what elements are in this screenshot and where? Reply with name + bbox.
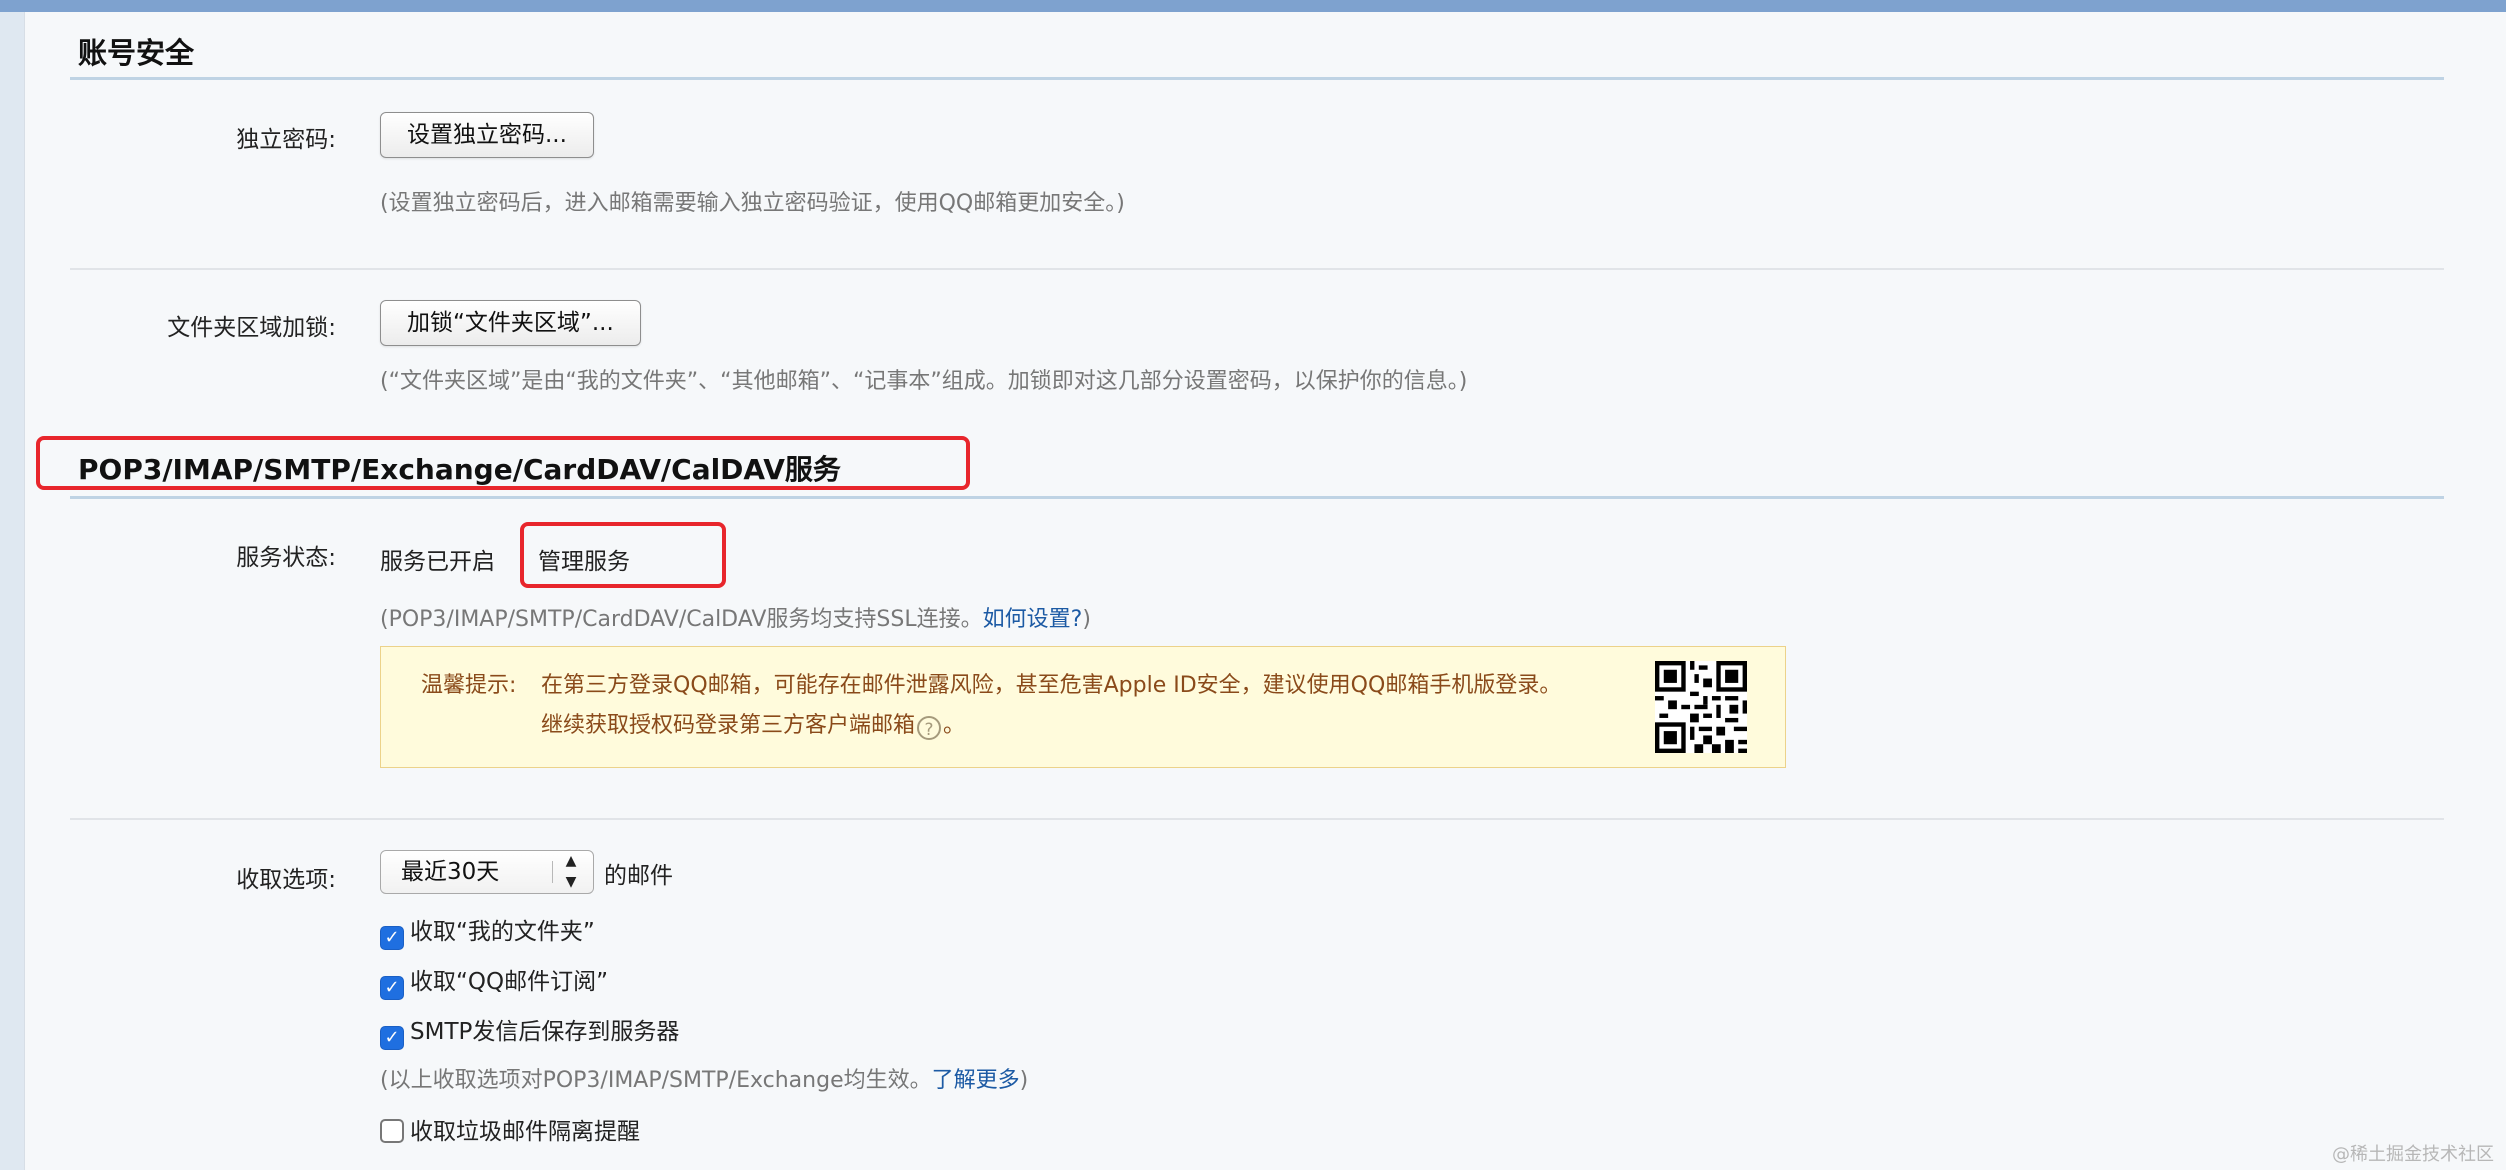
ssl-hint-close: ): [1082, 607, 1091, 632]
manage-service-link[interactable]: 管理服务: [538, 542, 630, 576]
section-title-underline: [70, 496, 2444, 499]
folder-lock-label: 文件夹区域加锁:: [167, 315, 336, 341]
checkbox-label: 收取“我的文件夹”: [410, 919, 595, 945]
receive-options-hint-close: ): [1019, 1068, 1029, 1093]
checkbox-icon[interactable]: ✓: [380, 976, 404, 1000]
receive-options-hint-text: (以上收取选项对POP3/IMAP/SMTP/Exchange均生效。: [380, 1068, 932, 1093]
independent-password-label: 独立密码:: [236, 127, 336, 153]
receive-range-suffix: 的邮件: [604, 863, 673, 889]
qr-code-icon: [1655, 661, 1747, 753]
checkbox-row-spam-reminder[interactable]: 收取垃圾邮件隔离提醒: [380, 1112, 640, 1145]
select-arrows-icon: ▲ ▼: [565, 853, 577, 890]
divider: [70, 818, 2444, 820]
notice-line-1: 在第三方登录QQ邮箱，可能存在邮件泄露风险，甚至危害Apple ID安全，建议使…: [541, 673, 1562, 698]
checkbox-row-my-folders[interactable]: ✓ 收取“我的文件夹”: [380, 912, 595, 950]
checkbox-icon[interactable]: ✓: [380, 1026, 404, 1050]
ssl-hint: (POP3/IMAP/SMTP/CardDAV/CalDAV服务均支持SSL连接…: [380, 601, 1091, 633]
receive-range-select[interactable]: 最近30天 ▲ ▼: [380, 850, 594, 894]
independent-password-hint: (设置独立密码后，进入邮箱需要输入独立密码验证，使用QQ邮箱更加安全。): [380, 191, 1125, 216]
divider: [70, 268, 2444, 270]
checkbox-label: 收取垃圾邮件隔离提醒: [410, 1119, 640, 1145]
service-status-text: 服务已开启: [380, 549, 495, 575]
section-title-account-security: 账号安全: [78, 36, 195, 70]
ssl-hint-text: (POP3/IMAP/SMTP/CardDAV/CalDAV服务均支持SSL连接…: [380, 607, 983, 632]
checkbox-icon[interactable]: [380, 1119, 404, 1143]
checkbox-icon[interactable]: ✓: [380, 926, 404, 950]
learn-more-link[interactable]: 了解更多: [932, 1068, 1020, 1093]
notice-line-2: 继续获取授权码登录第三方客户端邮箱?。: [541, 707, 965, 740]
question-circle-icon[interactable]: ?: [917, 716, 942, 740]
watermark: @稀土掘金技术社区: [2332, 1144, 2494, 1165]
checkbox-row-qq-subscription[interactable]: ✓ 收取“QQ邮件订阅”: [380, 962, 609, 1000]
receive-options-hint: (以上收取选项对POP3/IMAP/SMTP/Exchange均生效。了解更多): [380, 1062, 1028, 1094]
receive-options-label: 收取选项:: [236, 867, 336, 893]
service-status-label: 服务状态:: [236, 545, 336, 571]
section-title-pop3-services: POP3/IMAP/SMTP/Exchange/CardDAV/CalDAV服务: [78, 453, 841, 486]
select-separator: [552, 861, 553, 883]
checkbox-label: 收取“QQ邮件订阅”: [410, 969, 609, 995]
receive-range-value: 最近30天: [401, 859, 500, 885]
section-title-underline: [70, 77, 2444, 80]
set-independent-password-button[interactable]: 设置独立密码...: [380, 112, 594, 158]
folder-lock-hint: (“文件夹区域”是由“我的文件夹”、“其他邮箱”、“记事本”组成。加锁即对这几部…: [380, 369, 1468, 394]
notice-line-2-end: 。: [943, 713, 966, 738]
checkbox-label: SMTP发信后保存到服务器: [410, 1019, 680, 1045]
warning-notice: 温馨提示: 在第三方登录QQ邮箱，可能存在邮件泄露风险，甚至危害Apple ID…: [380, 646, 1786, 768]
how-to-setup-link[interactable]: 如何设置?: [983, 607, 1083, 632]
checkbox-row-smtp-save[interactable]: ✓ SMTP发信后保存到服务器: [380, 1012, 680, 1050]
notice-line-2-text: 继续获取授权码登录第三方客户端邮箱: [541, 713, 916, 738]
lock-folder-area-button[interactable]: 加锁“文件夹区域”...: [380, 300, 641, 346]
notice-label: 温馨提示:: [421, 673, 517, 698]
window-top-bar: [0, 0, 2506, 12]
